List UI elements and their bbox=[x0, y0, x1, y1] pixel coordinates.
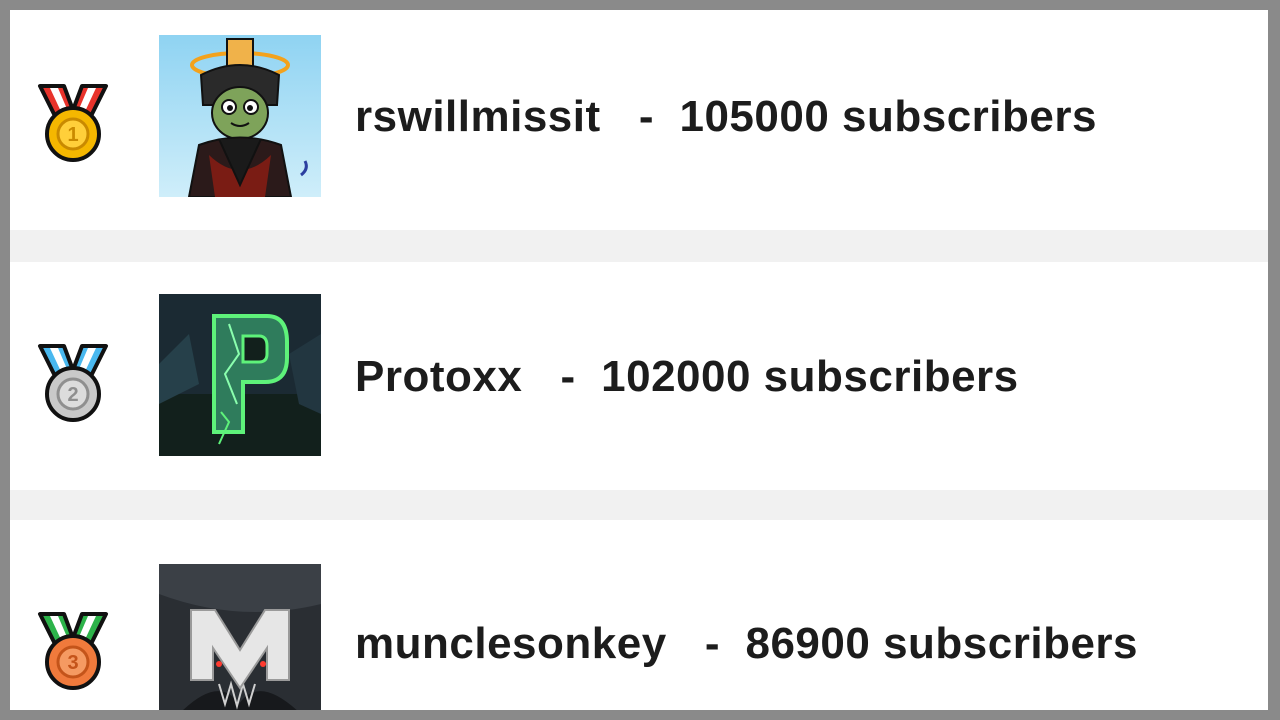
leaderboard: 1 rswillmissit - 105000 subscribers 2 Pr… bbox=[10, 10, 1268, 710]
avatar[interactable] bbox=[159, 35, 321, 197]
subscriber-count: 86900 subscribers bbox=[745, 619, 1139, 668]
subscriber-count: 102000 subscribers bbox=[601, 352, 1019, 401]
leaderboard-entry-text: rswillmissit - 105000 subscribers bbox=[355, 92, 1097, 142]
svg-text:2: 2 bbox=[67, 384, 78, 406]
channel-name[interactable]: muncleson​key bbox=[355, 619, 667, 668]
separator: - bbox=[560, 352, 576, 401]
svg-text:3: 3 bbox=[67, 652, 78, 674]
svg-text:1: 1 bbox=[67, 124, 78, 146]
silver-medal-icon: 2 bbox=[28, 338, 118, 428]
separator: - bbox=[704, 619, 721, 668]
leaderboard-entry-text: muncleson​key - 86900 subscribers bbox=[355, 619, 1138, 669]
leaderboard-row-3[interactable]: 3 muncleson​key - 86900 subscribers bbox=[10, 520, 1268, 710]
leaderboard-row-1[interactable]: 1 rswillmissit - 105000 subscribers bbox=[10, 10, 1268, 230]
avatar[interactable] bbox=[159, 564, 321, 710]
leaderboard-entry-text: Protoxx - 102000 subscribers bbox=[355, 352, 1019, 402]
channel-name[interactable]: Protoxx bbox=[355, 352, 522, 401]
gold-medal-icon: 1 bbox=[28, 78, 118, 168]
bronze-medal-icon: 3 bbox=[28, 606, 118, 696]
leaderboard-row-2[interactable]: 2 Protoxx - 102000 subscribers bbox=[10, 262, 1268, 490]
separator: - bbox=[638, 92, 655, 141]
channel-name[interactable]: rswillmissit bbox=[355, 92, 601, 141]
avatar[interactable] bbox=[159, 294, 321, 456]
subscriber-count: 105000 subscribers bbox=[679, 92, 1097, 141]
